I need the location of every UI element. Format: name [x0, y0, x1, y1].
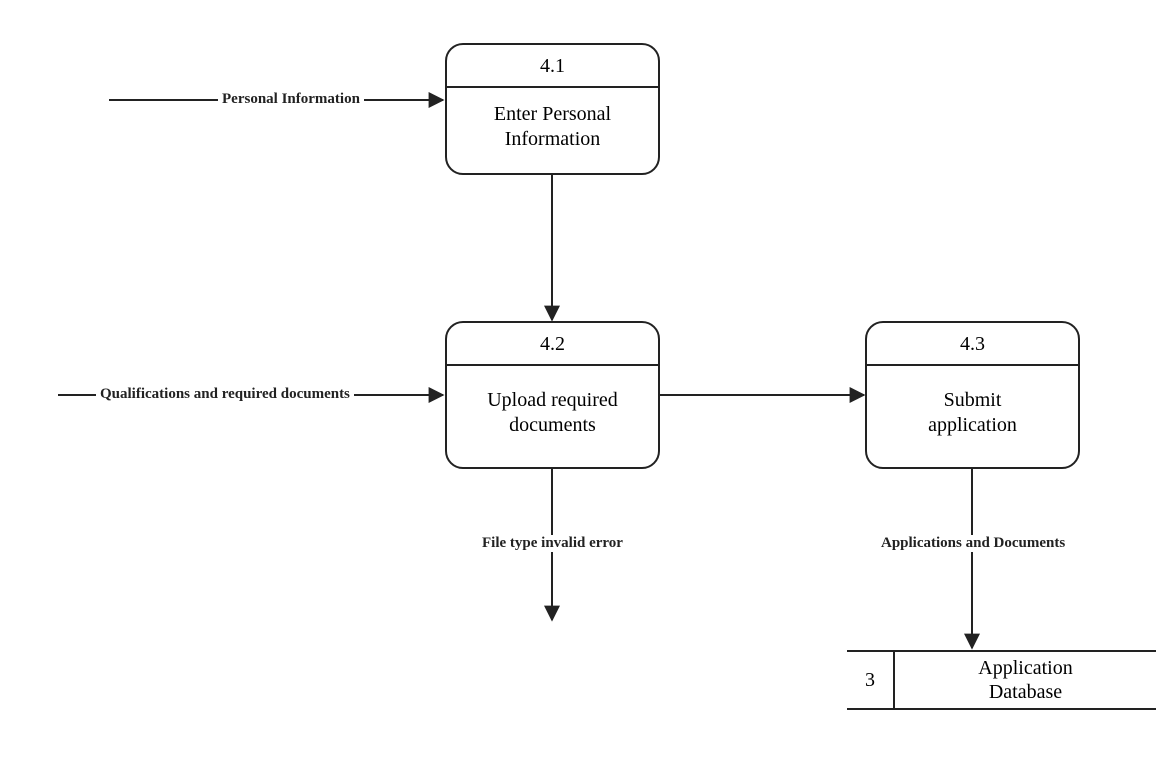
diagram-canvas: 4.1 Enter Personal Information 4.2 Uploa… [0, 0, 1156, 770]
process-4-1-title-l1: Enter Personal [494, 103, 611, 125]
process-4-2: 4.2 Upload required documents [445, 321, 660, 469]
process-4-1-id: 4.1 [447, 45, 658, 88]
process-4-3: 4.3 Submit application [865, 321, 1080, 469]
datastore-3: 3 Application Database [847, 650, 1156, 710]
process-4-2-title: Upload required documents [447, 366, 658, 452]
datastore-3-name: Application Database [895, 652, 1156, 708]
label-qualifications: Qualifications and required documents [96, 386, 354, 403]
label-apps-docs: Applications and Documents [877, 535, 1069, 552]
process-4-3-title: Submit application [867, 366, 1078, 452]
process-4-1: 4.1 Enter Personal Information [445, 43, 660, 175]
datastore-3-name-l2: Database [989, 681, 1062, 703]
label-personal-information: Personal Information [218, 91, 364, 108]
process-4-2-title-l2: documents [509, 414, 596, 436]
process-4-2-title-l1: Upload required [487, 389, 618, 411]
process-4-3-title-l2: application [928, 414, 1017, 436]
process-4-3-id: 4.3 [867, 323, 1078, 366]
datastore-3-id: 3 [847, 652, 895, 708]
process-4-1-title-l2: Information [505, 128, 601, 150]
process-4-2-id: 4.2 [447, 323, 658, 366]
datastore-3-name-l1: Application [978, 657, 1072, 679]
process-4-3-title-l1: Submit [944, 389, 1002, 411]
label-file-error: File type invalid error [478, 535, 627, 552]
process-4-1-title: Enter Personal Information [447, 88, 658, 166]
